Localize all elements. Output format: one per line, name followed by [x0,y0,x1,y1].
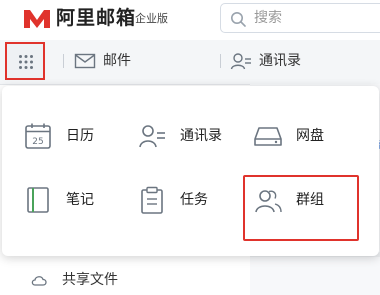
sidebar-item-label: 共享文件 [62,272,118,288]
menu-item-tasks[interactable]: 任务 [138,180,208,220]
nav-item-label: 通讯录 [259,53,301,69]
top-bar: 阿里邮箱 企业版 搜索 [0,0,380,38]
sidebar-item-shared-files[interactable]: 共享文件 [30,271,118,289]
menu-item-notes[interactable]: 笔记 [24,180,94,220]
nav-divider [63,54,64,68]
contacts-icon [230,53,251,70]
menu-item-label: 日历 [66,128,94,144]
menu-item-label: 笔记 [66,192,94,208]
menu-item-label: 通讯录 [180,128,222,144]
disk-icon [254,122,282,150]
menu-item-label: 网盘 [296,128,324,144]
nav-item-mail[interactable]: 邮件 [74,49,131,73]
brand-name: 阿里邮箱 [56,7,137,29]
clipboard-icon [138,186,166,214]
menu-item-calendar[interactable]: 25 日历 [24,116,94,156]
search-icon [231,12,246,27]
search-placeholder: 搜索 [254,10,282,26]
nav-item-contacts[interactable]: 通讯录 [230,49,301,73]
menu-item-netdisk[interactable]: 网盘 [254,116,324,156]
apps-menu-button[interactable] [5,42,45,80]
cloud-icon [31,276,47,286]
edition-label: 企业版 [135,12,168,25]
nav-bar: 邮件 通讯录 [0,40,380,85]
grid-dots-icon [19,55,33,69]
nav-divider [220,54,221,68]
search-input[interactable]: 搜索 [220,3,380,33]
notebook-icon [24,186,52,214]
brand-logo-icon [24,10,50,28]
contacts-icon [138,122,166,150]
calendar-icon: 25 [24,122,52,150]
nav-item-label: 邮件 [103,53,131,69]
highlight-box [243,175,359,241]
mail-icon [74,53,96,69]
menu-item-contacts[interactable]: 通讯录 [138,116,222,156]
svg-text:25: 25 [32,137,43,147]
menu-item-label: 任务 [180,192,208,208]
